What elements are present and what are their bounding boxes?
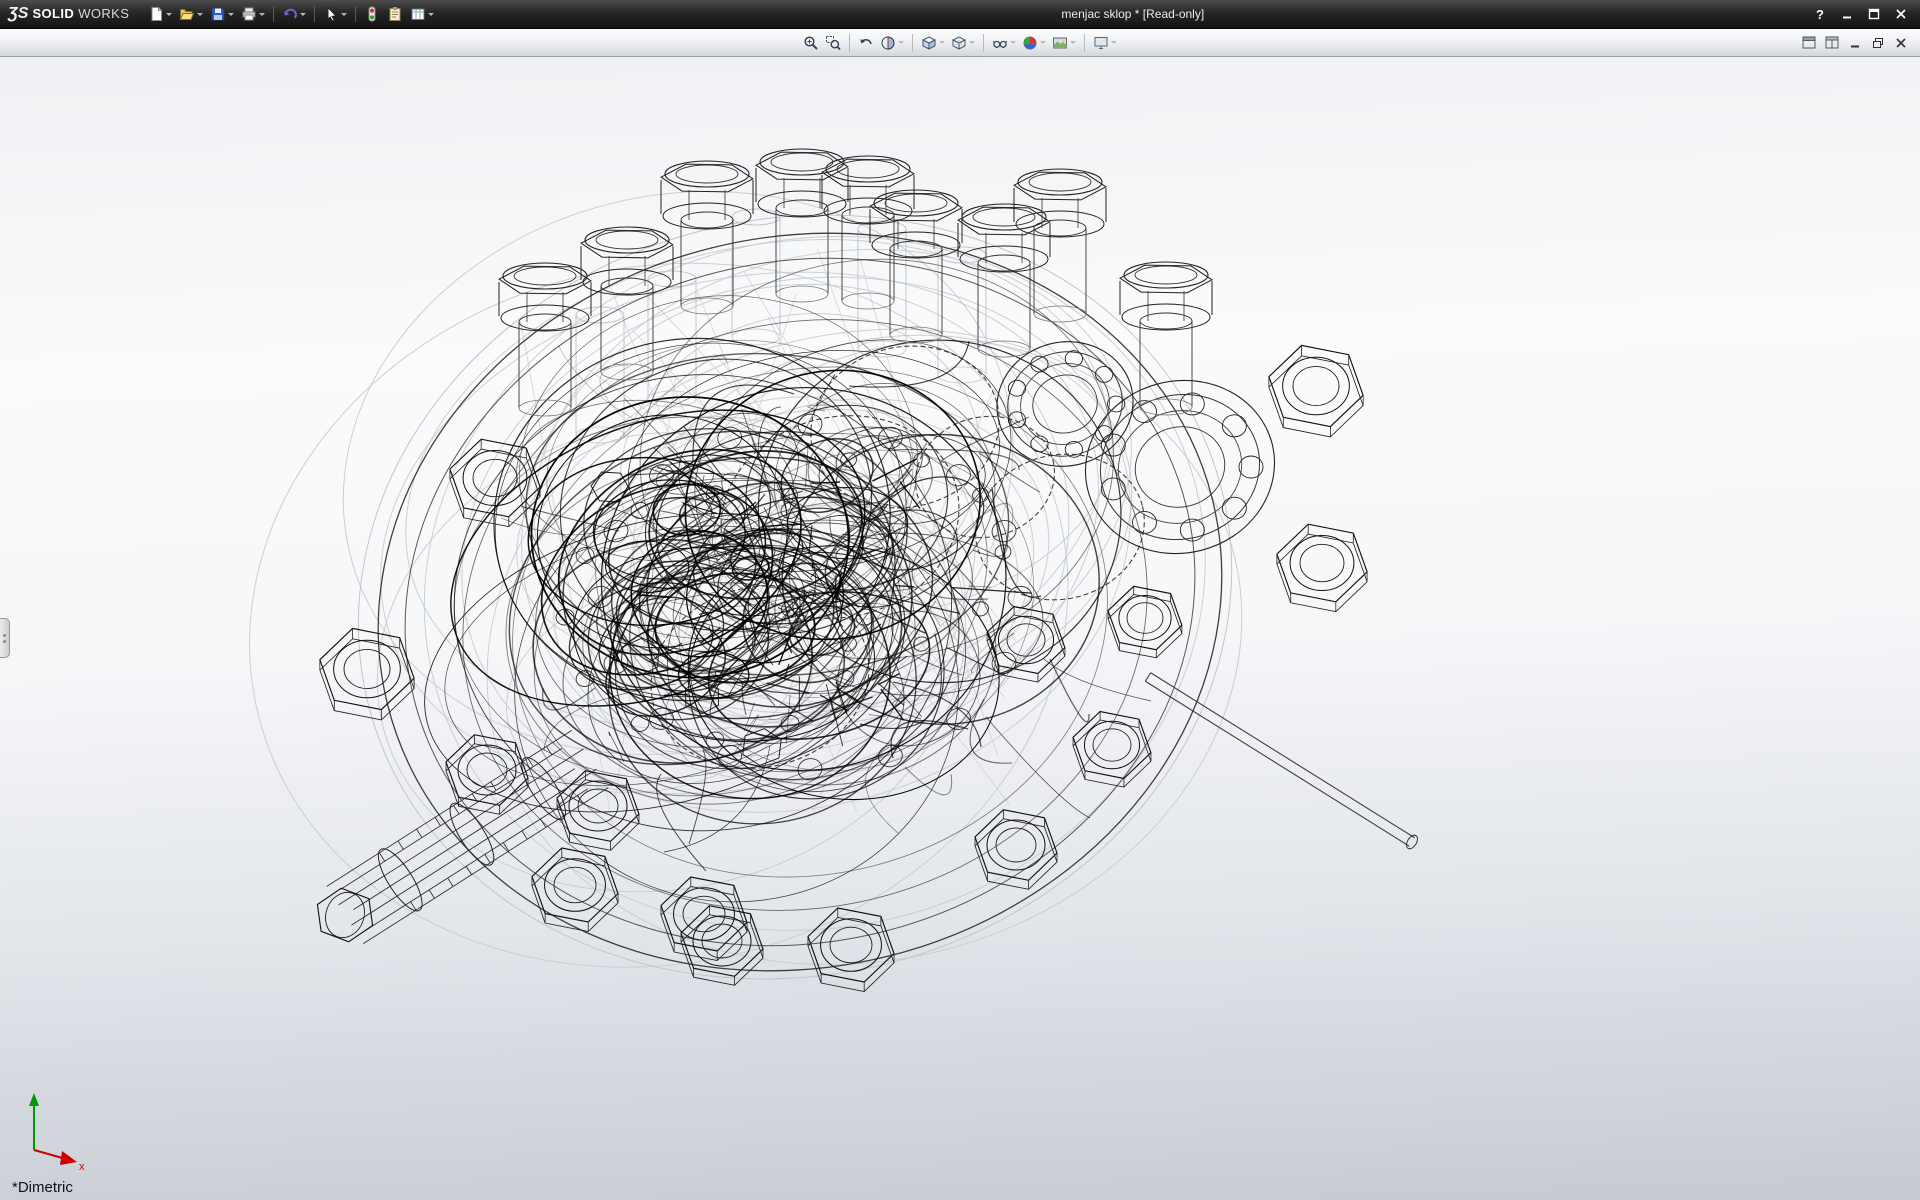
triad-y-axis bbox=[29, 1093, 39, 1106]
dropdown-arrow-icon[interactable] bbox=[1111, 41, 1117, 44]
dropdown-arrow-icon[interactable] bbox=[341, 13, 347, 16]
appearance-icon bbox=[1022, 35, 1038, 51]
titlebar: ƷS SOLID WORKS bbox=[0, 0, 1920, 29]
heads-up-view-toolbar-row bbox=[0, 29, 1920, 57]
dropdown-arrow-icon[interactable] bbox=[197, 13, 203, 16]
previous-view-button[interactable] bbox=[855, 33, 877, 53]
dropdown-arrow-icon[interactable] bbox=[1010, 41, 1016, 44]
restore-document-button[interactable] bbox=[1869, 35, 1887, 51]
view-orientation-button[interactable] bbox=[918, 33, 948, 53]
display-style-button[interactable] bbox=[948, 33, 978, 53]
zoom-to-area-button[interactable] bbox=[822, 33, 844, 53]
document-window-controls bbox=[1800, 35, 1920, 51]
maximize-button[interactable] bbox=[1864, 5, 1884, 23]
properties-icon bbox=[387, 6, 403, 22]
maximize-icon bbox=[1868, 8, 1880, 20]
select-button[interactable] bbox=[320, 4, 350, 24]
undo-icon bbox=[282, 6, 298, 22]
fullscreen-button[interactable] bbox=[1800, 35, 1818, 51]
scene-icon bbox=[1052, 35, 1068, 51]
apply-scene-button[interactable] bbox=[1049, 33, 1079, 53]
hide-show-icon bbox=[992, 35, 1008, 51]
dropdown-arrow-icon[interactable] bbox=[898, 41, 904, 44]
dropdown-arrow-icon[interactable] bbox=[166, 13, 172, 16]
rebuild-icon bbox=[364, 6, 380, 22]
close-document-icon bbox=[1895, 37, 1907, 49]
edit-appearance-button[interactable] bbox=[1019, 33, 1049, 53]
display-style-icon bbox=[951, 35, 967, 51]
minimize-document-button[interactable] bbox=[1846, 35, 1864, 51]
heads-up-view-toolbar bbox=[800, 33, 1120, 53]
toolbar-separator bbox=[983, 34, 984, 52]
undo-button[interactable] bbox=[279, 4, 309, 24]
print-button[interactable] bbox=[238, 4, 268, 24]
view-cube-icon bbox=[921, 35, 937, 51]
close-icon bbox=[1895, 8, 1907, 20]
toolbar-separator bbox=[912, 34, 913, 52]
window-controls: ? bbox=[1810, 5, 1920, 23]
toolbar-separator bbox=[273, 6, 274, 22]
logo-text-bold: SOLID bbox=[32, 6, 74, 21]
dropdown-arrow-icon[interactable] bbox=[300, 13, 306, 16]
close-document-button[interactable] bbox=[1892, 35, 1910, 51]
solidworks-logo: ƷS SOLID WORKS bbox=[0, 5, 145, 23]
zoom-to-fit-button[interactable] bbox=[800, 33, 822, 53]
model-wireframe bbox=[0, 57, 1920, 1200]
section-view-icon bbox=[880, 35, 896, 51]
rebuild-button[interactable] bbox=[361, 4, 383, 24]
dropdown-arrow-icon[interactable] bbox=[939, 41, 945, 44]
logo-text-light: WORKS bbox=[78, 6, 129, 21]
options-icon bbox=[410, 6, 426, 22]
dropdown-arrow-icon[interactable] bbox=[1070, 41, 1076, 44]
triad-x-label: x bbox=[79, 1161, 85, 1173]
solidworks-logo-icon: ƷS bbox=[8, 5, 28, 23]
dropdown-arrow-icon[interactable] bbox=[228, 13, 234, 16]
close-button[interactable] bbox=[1891, 5, 1911, 23]
feature-tree-collapsed-tab[interactable] bbox=[0, 618, 10, 658]
triad-x-axis bbox=[60, 1151, 77, 1165]
orientation-triad: x bbox=[10, 1088, 92, 1176]
file-properties-button[interactable] bbox=[384, 4, 406, 24]
toolbar-separator bbox=[1084, 34, 1085, 52]
dropdown-arrow-icon[interactable] bbox=[259, 13, 265, 16]
hide-show-items-button[interactable] bbox=[989, 33, 1019, 53]
restore-document-icon bbox=[1872, 37, 1884, 49]
minimize-button[interactable] bbox=[1837, 5, 1857, 23]
section-view-button[interactable] bbox=[877, 33, 907, 53]
help-button[interactable]: ? bbox=[1810, 5, 1830, 23]
open-folder-icon bbox=[179, 6, 195, 22]
view-settings-icon bbox=[1093, 35, 1109, 51]
save-button[interactable] bbox=[207, 4, 237, 24]
dropdown-arrow-icon[interactable] bbox=[1040, 41, 1046, 44]
toolbar-separator bbox=[314, 6, 315, 22]
dropdown-arrow-icon[interactable] bbox=[428, 13, 434, 16]
select-cursor-icon bbox=[323, 6, 339, 22]
toolbar-separator bbox=[849, 34, 850, 52]
dropdown-arrow-icon[interactable] bbox=[969, 41, 975, 44]
minimize-document-icon bbox=[1849, 37, 1861, 49]
split-view-icon bbox=[1825, 36, 1839, 49]
document-title: menjac sklop * [Read-only] bbox=[1061, 7, 1204, 21]
zoom-fit-icon bbox=[803, 35, 819, 51]
print-icon bbox=[241, 6, 257, 22]
options-button[interactable] bbox=[407, 4, 437, 24]
minimize-icon bbox=[1841, 8, 1853, 20]
new-document-button[interactable] bbox=[145, 4, 175, 24]
split-view-button[interactable] bbox=[1823, 35, 1841, 51]
view-settings-button[interactable] bbox=[1090, 33, 1120, 53]
view-orientation-label: *Dimetric bbox=[12, 1179, 73, 1196]
standard-toolbar bbox=[145, 4, 437, 24]
solidworks-window: ƷS SOLID WORKS bbox=[0, 0, 1920, 1200]
fullscreen-icon bbox=[1802, 36, 1816, 49]
toolbar-separator bbox=[355, 6, 356, 22]
previous-view-icon bbox=[858, 35, 874, 51]
save-icon bbox=[210, 6, 226, 22]
new-document-icon bbox=[148, 6, 164, 22]
zoom-area-icon bbox=[825, 35, 841, 51]
graphics-area[interactable]: x *Dimetric bbox=[0, 57, 1920, 1200]
open-button[interactable] bbox=[176, 4, 206, 24]
